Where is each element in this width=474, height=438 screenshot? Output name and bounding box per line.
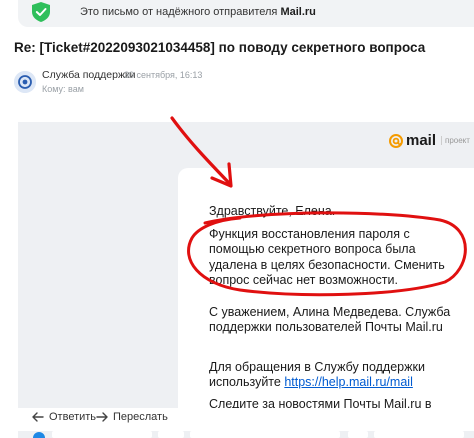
- toolbar-segment: [158, 431, 184, 438]
- trusted-sender-banner: Это письмо от надёжного отправителя Mail…: [18, 0, 474, 27]
- reply-label: Ответить: [49, 411, 97, 423]
- message-subject: Re: [Ticket#2022093021034458] по поводу …: [14, 40, 426, 55]
- reply-icon: [32, 412, 44, 422]
- compose-indicator[interactable]: [33, 432, 45, 438]
- reply-button[interactable]: Ответить: [32, 411, 96, 423]
- toolbar-segment: [374, 431, 464, 438]
- message-card: Здравствуйте, Елена. Функция восстановле…: [178, 168, 474, 426]
- signature-text: С уважением, Алина Медведева. Служба под…: [209, 305, 451, 335]
- toolbar-segment: [348, 431, 368, 438]
- mail-logo-icon: [389, 134, 403, 148]
- recipient-line[interactable]: Кому: вам: [42, 84, 84, 94]
- forward-button[interactable]: Переслать: [96, 411, 168, 423]
- forward-label: Переслать: [113, 411, 168, 423]
- at-sign-icon: [14, 71, 36, 93]
- forward-icon: [96, 412, 108, 422]
- main-message-text: Функция восстановления пароля с помощью …: [209, 227, 445, 287]
- help-link[interactable]: https://help.mail.ru/mail: [284, 375, 413, 389]
- shield-check-icon: [32, 2, 50, 22]
- trusted-sender-name: Mail.ru: [280, 6, 316, 18]
- mail-logo-text: mail: [406, 132, 437, 149]
- contact-text: Для обращения в Службу поддержки использ…: [209, 360, 425, 390]
- toolbar-segment: [52, 431, 152, 438]
- sender-name[interactable]: Служба поддержки: [42, 69, 135, 81]
- trusted-sender-text: Это письмо от надёжного отправителя Mail…: [80, 6, 316, 18]
- message-date: 30 сентября, 16:13: [124, 70, 203, 80]
- bottom-toolbar-strip: [18, 431, 474, 438]
- sender-avatar[interactable]: [14, 71, 36, 93]
- project-label: проект: [441, 136, 470, 145]
- toolbar-segment: [190, 431, 340, 438]
- greeting-text: Здравствуйте, Елена.: [209, 204, 336, 218]
